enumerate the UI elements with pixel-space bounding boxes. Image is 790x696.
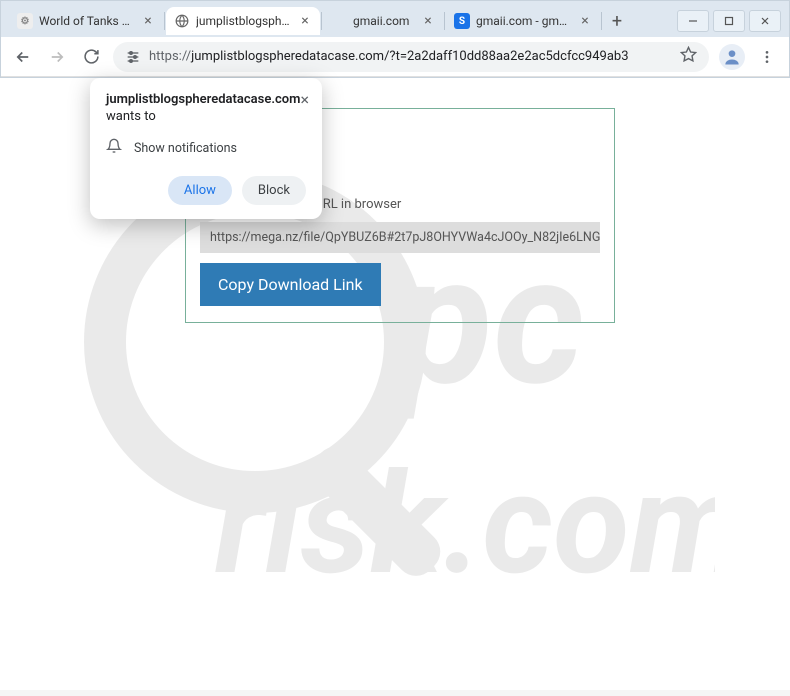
prompt-wants-text: wants to <box>106 109 300 124</box>
bookmark-star-icon[interactable] <box>680 46 697 67</box>
block-button[interactable]: Block <box>242 176 306 205</box>
allow-button[interactable]: Allow <box>168 176 232 205</box>
tab-jumplist[interactable]: jumplistblogspheredatacas × <box>166 7 320 35</box>
favicon-icon: ⚙ <box>17 13 33 29</box>
close-icon[interactable]: × <box>578 14 592 28</box>
minimize-button[interactable] <box>677 10 709 32</box>
globe-icon <box>174 13 190 29</box>
favicon-icon <box>331 13 347 29</box>
tab-separator <box>444 12 445 30</box>
close-icon[interactable]: × <box>300 92 309 108</box>
site-settings-icon[interactable] <box>125 49 141 65</box>
address-bar[interactable]: https://jumplistblogspheredatacase.com/?… <box>113 42 709 72</box>
tab-title: jumplistblogspheredatacas <box>196 14 292 28</box>
permission-label: Show notifications <box>134 141 237 156</box>
kebab-menu-icon[interactable] <box>755 45 779 69</box>
tab-title: gmaii.com - gmaii Resourc <box>476 14 572 28</box>
tab-gmaii-resources[interactable]: S gmaii.com - gmaii Resourc × <box>446 7 600 35</box>
favicon-icon: S <box>454 13 470 29</box>
close-icon[interactable]: × <box>421 14 435 28</box>
back-button[interactable] <box>11 45 35 69</box>
tab-title: gmaii.com <box>353 14 415 28</box>
tab-separator <box>601 12 602 30</box>
tab-separator <box>321 12 322 30</box>
close-icon[interactable]: × <box>141 14 155 28</box>
notification-permission-prompt: jumplistblogspheredatacase.com wants to … <box>90 78 322 219</box>
close-window-button[interactable] <box>749 10 781 32</box>
tab-separator <box>164 12 165 30</box>
svg-text:risk.com: risk.com <box>215 443 715 607</box>
forward-button[interactable] <box>45 45 69 69</box>
bell-icon <box>106 138 122 158</box>
profile-avatar[interactable] <box>719 44 745 70</box>
prompt-domain: jumplistblogspheredatacase.com <box>106 92 300 107</box>
tab-world-of-tanks[interactable]: ⚙ World of Tanks – nemokam × <box>9 7 163 35</box>
tab-title: World of Tanks – nemokam <box>39 14 135 28</box>
url-text: https://jumplistblogspheredatacase.com/?… <box>149 49 672 64</box>
download-url-field[interactable]: https://mega.nz/file/QpYBUZ6B#2t7pJ8OHYV… <box>200 222 600 253</box>
reload-button[interactable] <box>79 45 103 69</box>
tab-gmaii[interactable]: gmaii.com × <box>323 7 443 35</box>
new-tab-button[interactable]: + <box>603 7 631 35</box>
maximize-button[interactable] <box>713 10 745 32</box>
close-icon[interactable]: × <box>298 14 312 28</box>
copy-download-link-button[interactable]: Copy Download Link <box>200 263 381 306</box>
